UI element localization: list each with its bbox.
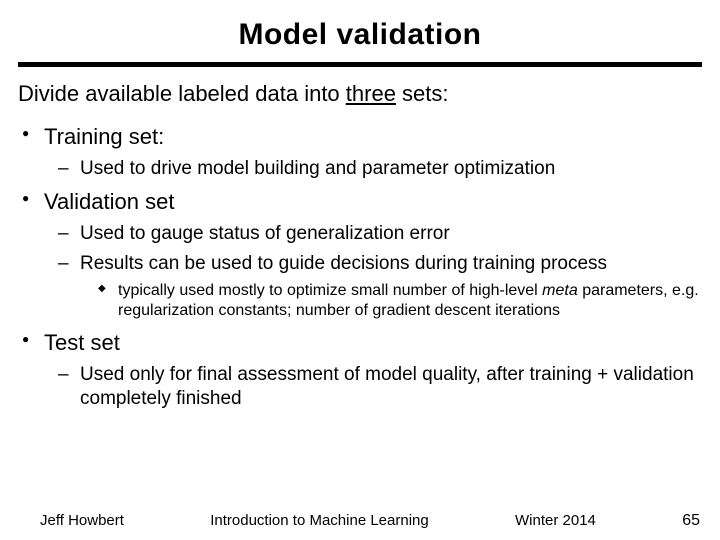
footer-page: 65 [682, 512, 700, 530]
bullet-training: Training set: [18, 123, 702, 151]
test-sub-1: Used only for final assessment of model … [18, 363, 702, 411]
bullet-test: Test set [18, 329, 702, 357]
footer-term: Winter 2014 [515, 512, 596, 529]
intro-pre: Divide available labeled data into [18, 81, 346, 106]
validation-subsub-pre: typically used mostly to optimize small … [118, 282, 542, 299]
bullet-validation: Validation set [18, 188, 702, 216]
content-body: Training set: Used to drive model buildi… [18, 123, 702, 410]
validation-subsub: typically used mostly to optimize small … [18, 281, 702, 321]
title-rule [18, 62, 702, 67]
footer: Jeff Howbert Introduction to Machine Lea… [0, 512, 720, 530]
slide: Model validation Divide available labele… [0, 0, 720, 540]
slide-title: Model validation [18, 18, 702, 52]
intro-underlined: three [346, 81, 396, 106]
validation-heading: Validation set [44, 189, 174, 214]
training-heading: Training set: [44, 124, 164, 149]
training-sub-1: Used to drive model building and paramet… [18, 157, 702, 181]
intro-post: sets: [396, 81, 449, 106]
test-heading: Test set [44, 330, 120, 355]
footer-author: Jeff Howbert [40, 512, 124, 529]
validation-sub-2: Results can be used to guide decisions d… [18, 252, 702, 276]
validation-sub-1: Used to gauge status of generalization e… [18, 222, 702, 246]
footer-course: Introduction to Machine Learning [210, 512, 428, 529]
validation-subsub-ital: meta [542, 282, 578, 299]
intro-line: Divide available labeled data into three… [18, 81, 702, 107]
